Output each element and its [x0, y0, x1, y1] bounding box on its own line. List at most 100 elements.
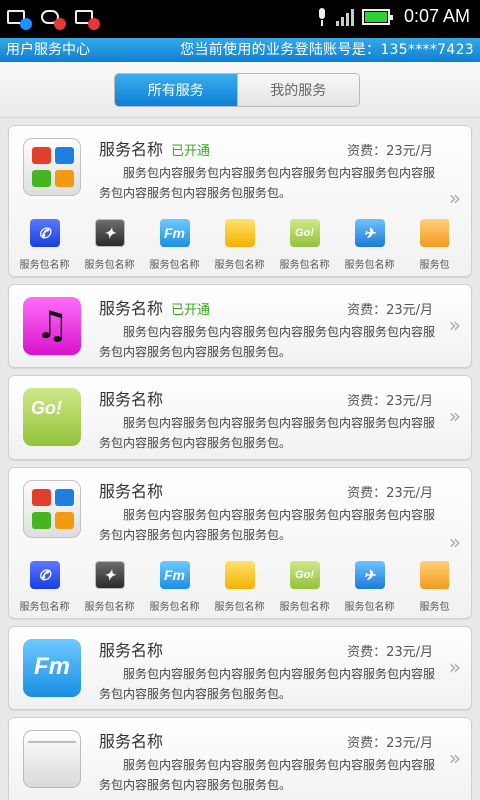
- service-name: 服务名称: [99, 299, 164, 318]
- package-label: 服务包名称: [19, 602, 70, 613]
- service-fee: 资费：23元/月: [347, 394, 433, 409]
- chevron-right-icon[interactable]: »: [449, 186, 461, 210]
- service-description: 服务包内容服务包内容服务包内容服务包内容服务包内容服务包内容服务包内容服务包服务…: [99, 166, 436, 200]
- package-label: 服务包: [419, 260, 450, 271]
- package-label: 服务包名称: [214, 260, 265, 271]
- chevron-right-icon[interactable]: »: [449, 404, 461, 428]
- battery-icon: [361, 8, 393, 25]
- package-label: 服务包名称: [84, 602, 135, 613]
- package-label: 服务包名称: [19, 260, 70, 271]
- go-icon: Go!: [23, 388, 81, 446]
- package-item[interactable]: ✦ 服务包名称: [84, 219, 135, 271]
- go-label: Go!: [31, 398, 62, 418]
- service-card[interactable]: ♫ 服务名称 已开通 资费：23元/月 服务包内容服务包内容服务包内容服务包内容服…: [8, 284, 472, 368]
- service-description: 服务包内容服务包内容服务包内容服务包内容服务包内容服务包内容服务包内容服务包服务…: [99, 667, 436, 701]
- chevron-right-icon[interactable]: »: [449, 746, 461, 770]
- package-label: 服务包: [419, 602, 450, 613]
- page-title: 用户服务中心: [6, 42, 90, 58]
- package-label: 服务包名称: [279, 260, 330, 271]
- phone-icon: ✆: [29, 561, 60, 589]
- globe-icon: ✈: [354, 219, 385, 247]
- folder-icon: [224, 219, 255, 247]
- chevron-right-icon[interactable]: »: [449, 530, 461, 554]
- fm-icon: Fm: [159, 219, 190, 247]
- mic-icon: [316, 7, 328, 27]
- service-description: 服务包内容服务包内容服务包内容服务包内容服务包内容服务包内容服务包内容服务包服务…: [99, 325, 436, 359]
- package-item[interactable]: ✈ 服务包名称: [344, 561, 395, 613]
- account-info: 您当前使用的业务登陆账号是：135****7423: [180, 42, 474, 58]
- status-badge: 已开通: [171, 144, 211, 159]
- chevron-right-icon[interactable]: »: [449, 313, 461, 337]
- package-item[interactable]: 服务包名称: [214, 561, 265, 613]
- orange-icon: [419, 219, 449, 247]
- service-name: 服务名称: [99, 140, 164, 159]
- service-card[interactable]: Fm 服务名称 资费：23元/月 服务包内容服务包内容服务包内容服务包内容服务包…: [8, 626, 472, 710]
- service-name: 服务名称: [99, 482, 164, 501]
- package-item[interactable]: ✦ 服务包名称: [84, 561, 135, 613]
- service-card[interactable]: Go! 服务名称 资费：23元/月 服务包内容服务包内容服务包内容服务包内容服务…: [8, 375, 472, 460]
- package-list: ✆ 服务包名称 ✦ 服务包名称 Fm 服务包名称 服务包名称 Go! 服务包名称 ✈ 服务…: [19, 561, 449, 613]
- orange-icon: [419, 561, 449, 589]
- package-item[interactable]: 服务包名称: [214, 219, 265, 271]
- clock: 0:07 AM: [403, 6, 470, 26]
- fm-icon: Fm: [159, 561, 190, 589]
- service-description: 服务包内容服务包内容服务包内容服务包内容服务包内容服务包内容服务包内容服务包服务…: [99, 758, 436, 792]
- package-label: 服务包名称: [149, 260, 200, 271]
- service-description: 服务包内容服务包内容服务包内容服务包内容服务包内容服务包内容服务包内容服务包服务…: [99, 508, 436, 542]
- status-bar: 0:07 AM: [0, 0, 480, 38]
- package-item[interactable]: ✈ 服务包名称: [344, 219, 395, 271]
- package-item[interactable]: Fm 服务包名称: [149, 561, 200, 613]
- contacts-icon: [74, 6, 100, 30]
- package-label: 服务包名称: [344, 602, 395, 613]
- package-label: 服务包名称: [344, 260, 395, 271]
- mail-icon: [23, 730, 81, 788]
- service-card[interactable]: 服务名称 资费：23元/月 服务包内容服务包内容服务包内容服务包内容服务包内容服…: [8, 467, 472, 619]
- phone-icon: ✆: [29, 219, 60, 247]
- folder-icon: [224, 561, 255, 589]
- globe-icon: ✈: [354, 561, 385, 589]
- segmented-control: 所有服务 我的服务: [114, 73, 360, 107]
- package-list: ✆ 服务包名称 ✦ 服务包名称 Fm 服务包名称 服务包名称 Go! 服务包名称 ✈ 服务…: [19, 219, 449, 271]
- package-item[interactable]: ✆ 服务包名称: [19, 561, 70, 613]
- package-label: 服务包名称: [214, 602, 265, 613]
- usb-debug-icon: [6, 6, 32, 30]
- game-icon: ✦: [94, 561, 125, 589]
- go-icon: Go!: [289, 219, 320, 247]
- chevron-right-icon[interactable]: »: [449, 655, 461, 679]
- service-fee: 资费：23元/月: [347, 144, 433, 159]
- package-item[interactable]: Fm 服务包名称: [149, 219, 200, 271]
- service-fee: 资费：23元/月: [347, 736, 433, 751]
- music-note-icon: ♫: [34, 303, 70, 347]
- service-fee: 资费：23元/月: [347, 486, 433, 501]
- package-item[interactable]: 服务包: [409, 219, 449, 271]
- service-name: 服务名称: [99, 732, 164, 751]
- package-item[interactable]: Go! 服务包名称: [279, 561, 330, 613]
- package-item[interactable]: 服务包: [409, 561, 449, 613]
- go-icon: Go!: [289, 561, 320, 589]
- package-label: 服务包名称: [149, 602, 200, 613]
- missed-call-icon: [40, 6, 66, 30]
- music-icon: ♫: [23, 297, 81, 355]
- package-label: 服务包名称: [279, 602, 330, 613]
- service-fee: 资费：23元/月: [347, 645, 433, 660]
- signal-icon: [335, 8, 354, 26]
- service-card[interactable]: 服务名称 资费：23元/月 服务包内容服务包内容服务包内容服务包内容服务包内容服…: [8, 717, 472, 800]
- service-name: 服务名称: [99, 641, 164, 660]
- tab-bar: 所有服务 我的服务: [0, 62, 480, 118]
- package-label: 服务包名称: [84, 260, 135, 271]
- status-badge: 已开通: [171, 303, 211, 318]
- service-name: 服务名称: [99, 390, 164, 409]
- fm-icon: Fm: [23, 639, 81, 697]
- multi-service-icon: [23, 480, 81, 538]
- fm-label: Fm: [34, 653, 70, 680]
- service-description: 服务包内容服务包内容服务包内容服务包内容服务包内容服务包内容服务包内容服务包服务…: [99, 416, 436, 450]
- service-card[interactable]: 服务名称 已开通 资费：23元/月 服务包内容服务包内容服务包内容服务包内容服务包…: [8, 125, 472, 277]
- game-icon: ✦: [94, 219, 125, 247]
- title-bar: 用户服务中心 您当前使用的业务登陆账号是：135****7423: [0, 38, 480, 62]
- package-item[interactable]: Go! 服务包名称: [279, 219, 330, 271]
- tab-my-services[interactable]: 我的服务: [236, 74, 359, 106]
- package-item[interactable]: ✆ 服务包名称: [19, 219, 70, 271]
- multi-service-icon: [23, 138, 81, 196]
- tab-all-services[interactable]: 所有服务: [115, 74, 237, 106]
- service-fee: 资费：23元/月: [347, 303, 433, 318]
